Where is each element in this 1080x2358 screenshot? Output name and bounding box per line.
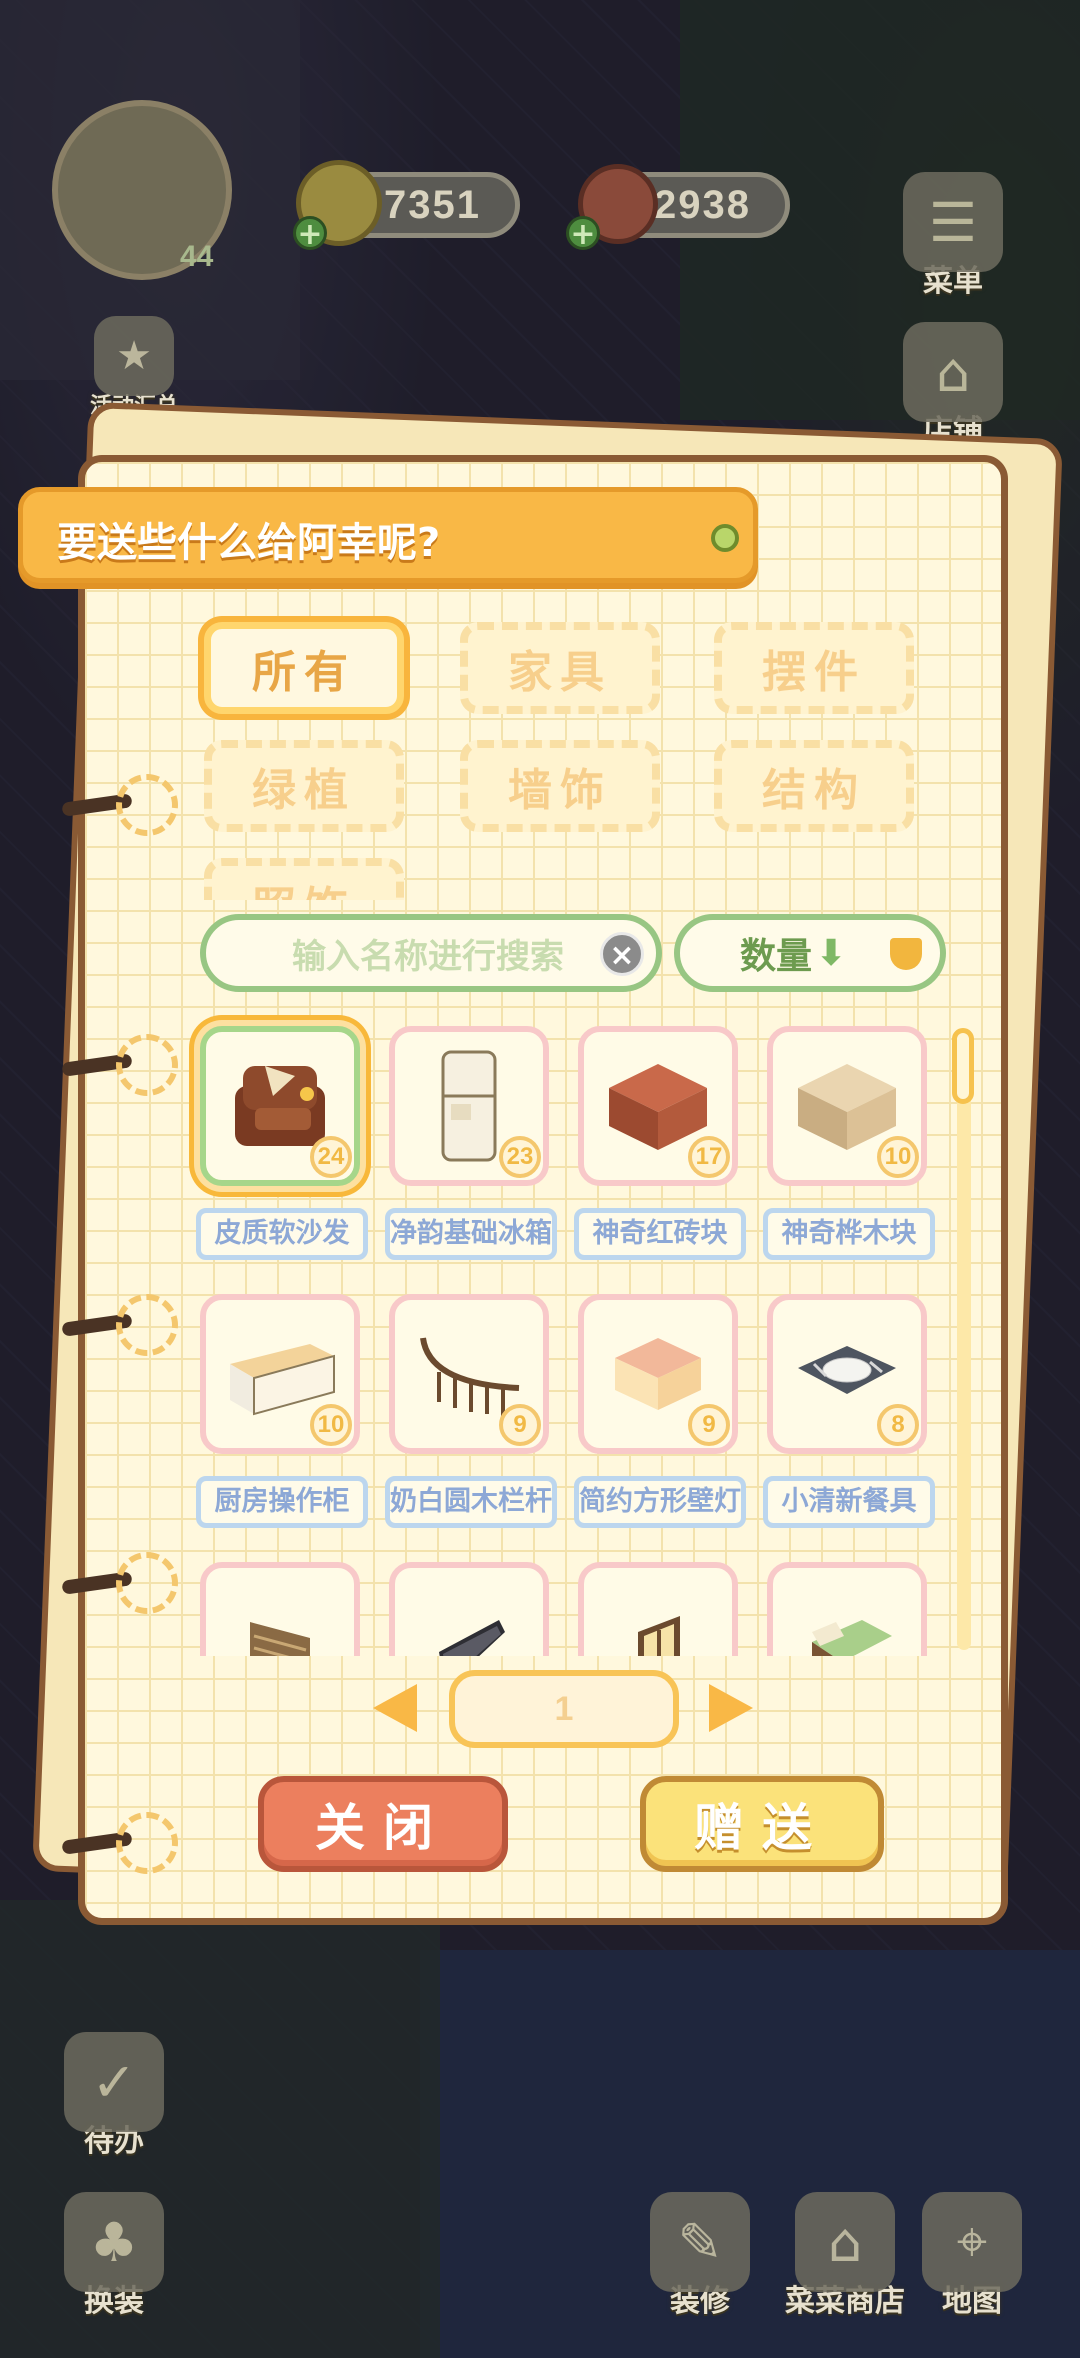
item-card[interactable]: 8 小清新餐具 [763, 1294, 937, 1528]
item-name: 奶白圆木栏杆 [385, 1476, 557, 1528]
banner-dot-icon [711, 524, 739, 552]
item-thumb: 9 [578, 1294, 738, 1454]
item-thumb: 17 [578, 1026, 738, 1186]
window-icon [638, 1616, 680, 1656]
sort-button[interactable]: 数量 ⬇ [674, 914, 946, 992]
item-card[interactable] [578, 1562, 748, 1656]
item-thumb [200, 1562, 360, 1656]
shutter-icon [250, 1622, 310, 1656]
veg-shop-button[interactable]: ⌂ 菜菜商店 [770, 2170, 920, 2320]
tab-ornaments[interactable]: 摆件 [714, 622, 914, 714]
item-thumb: 23 [389, 1026, 549, 1186]
tab-lighting[interactable]: 照饰 [204, 858, 404, 900]
tab-plants[interactable]: 绿植 [204, 740, 404, 832]
level-badge: 44 [180, 240, 214, 273]
clear-search-icon[interactable]: × [600, 932, 644, 976]
sort-label: 数量 [740, 936, 813, 977]
item-card[interactable]: 10 厨房操作柜 [196, 1294, 370, 1528]
dress-icon: ♣ [64, 2192, 164, 2292]
tab-wall-decor[interactable]: 墙饰 [460, 740, 660, 832]
item-card[interactable] [389, 1562, 559, 1656]
item-thumb: 9 [389, 1294, 549, 1454]
events-button[interactable]: ★ 活动汇总 [72, 270, 196, 420]
item-name: 净韵基础冰箱 [385, 1208, 557, 1260]
tv-icon [439, 1620, 505, 1656]
gem-icon [890, 938, 922, 970]
binder-ring [116, 1812, 178, 1874]
map-button[interactable]: ⌖ 地图 [912, 2170, 1032, 2320]
item-card[interactable]: 23 净韵基础冰箱 [385, 1026, 559, 1260]
item-count: 10 [877, 1136, 919, 1178]
item-card[interactable]: 17 神奇红砖块 [574, 1026, 748, 1260]
tab-structure[interactable]: 结构 [714, 740, 914, 832]
item-count: 8 [877, 1404, 919, 1446]
item-thumb: 10 [767, 1026, 927, 1186]
dialog-title: 要送些什么给阿幸呢? [57, 520, 441, 566]
add-hearts-button[interactable]: + [566, 216, 600, 251]
item-name: 神奇桦木块 [763, 1208, 935, 1260]
todo-button[interactable]: ✓ 待办 [54, 2010, 174, 2160]
scrollbar-thumb[interactable] [952, 1028, 974, 1104]
item-card[interactable]: 9 简约方形壁灯 [574, 1294, 748, 1528]
next-page-arrow-icon[interactable] [709, 1684, 753, 1732]
item-name: 厨房操作柜 [196, 1476, 368, 1528]
veg-shop-icon: ⌂ [795, 2192, 895, 2292]
item-grid: 24 皮质软沙发 23 净韵基础冰箱 17 神奇红砖块 10 神奇桦木块 10 … [180, 1010, 960, 1656]
dress-button[interactable]: ♣ 换装 [54, 2170, 174, 2320]
item-card[interactable]: 10 神奇桦木块 [763, 1026, 937, 1260]
add-coins-button[interactable]: + [293, 216, 327, 251]
item-count: 24 [310, 1136, 352, 1178]
binder-ring [116, 1552, 178, 1614]
item-name: 小清新餐具 [763, 1476, 935, 1528]
send-gift-button[interactable]: 赠送 [640, 1776, 884, 1872]
item-thumb: 10 [200, 1294, 360, 1454]
item-count: 9 [688, 1404, 730, 1446]
item-card[interactable] [767, 1562, 937, 1656]
dialog-title-banner: 要送些什么给阿幸呢? [18, 487, 758, 583]
prev-page-arrow-icon[interactable] [373, 1684, 417, 1732]
shop-button[interactable]: ⌂ 店铺 [893, 300, 1013, 450]
binder-ring [116, 1034, 178, 1096]
item-name: 皮质软沙发 [196, 1208, 368, 1260]
item-thumb: 8 [767, 1294, 927, 1454]
scrollbar-track[interactable] [957, 1030, 971, 1650]
item-thumb [578, 1562, 738, 1656]
item-count: 10 [310, 1404, 352, 1446]
sort-down-arrow-icon: ⬇ [816, 932, 847, 974]
shop-icon: ⌂ [903, 322, 1003, 422]
item-name: 神奇红砖块 [574, 1208, 746, 1260]
trophy-icon: ★ [94, 316, 174, 396]
binder-ring [116, 1294, 178, 1356]
item-card[interactable] [200, 1562, 370, 1656]
item-thumb [767, 1562, 927, 1656]
item-name: 简约方形壁灯 [574, 1476, 746, 1528]
menu-icon: ☰ [903, 172, 1003, 272]
tab-furniture[interactable]: 家具 [460, 622, 660, 714]
map-icon: ⌖ [922, 2192, 1022, 2292]
search-input[interactable]: 输入名称进行搜索 × [200, 914, 662, 992]
item-card[interactable]: 9 奶白圆木栏杆 [385, 1294, 559, 1528]
item-card[interactable]: 24 皮质软沙发 [196, 1026, 370, 1260]
todo-icon: ✓ [64, 2032, 164, 2132]
page-number: 1 [449, 1670, 679, 1748]
item-count: 17 [688, 1136, 730, 1178]
binder-ring [116, 774, 178, 836]
menu-button[interactable]: ☰ 菜单 [893, 150, 1013, 300]
search-placeholder: 输入名称进行搜索 [292, 936, 564, 977]
decorate-icon: ✎ [650, 2192, 750, 2292]
decorate-button[interactable]: ✎ 装修 [640, 2170, 760, 2320]
tab-clip: 照饰 [190, 850, 450, 900]
bed-icon [812, 1620, 892, 1656]
tab-all[interactable]: 所有 [204, 622, 404, 714]
item-count: 23 [499, 1136, 541, 1178]
close-button[interactable]: 关闭 [258, 1776, 508, 1872]
item-thumb [389, 1562, 549, 1656]
item-thumb: 24 [200, 1026, 360, 1186]
fridge-icon [441, 1050, 497, 1162]
item-count: 9 [499, 1404, 541, 1446]
